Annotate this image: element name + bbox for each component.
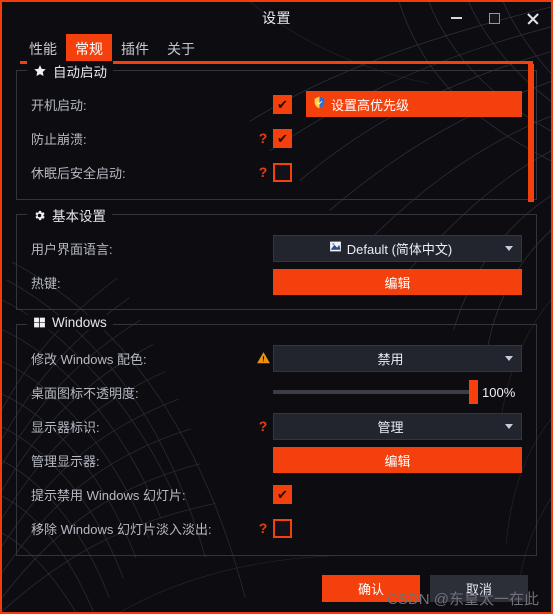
manage-monitors-edit-label: 编辑 (384, 453, 411, 469)
row-prevent-crash: 防止崩溃: ? ✔ (31, 121, 522, 155)
checkbox-safe-start-after-sleep[interactable]: ✔ (273, 162, 292, 182)
chevron-down-icon (505, 245, 513, 251)
row-prompt-disable-slideshow: 提示禁用 Windows 幻灯片: ✔ (31, 477, 522, 511)
confirm-button[interactable]: 确认 (322, 575, 420, 602)
group-basic-settings-label: 基本设置 (52, 209, 106, 224)
modify-windows-colors-dropdown[interactable]: 禁用 (273, 344, 522, 372)
dialog-footer: 确认 取消 (2, 575, 551, 602)
manage-monitors-edit-button[interactable]: 编辑 (273, 447, 522, 473)
settings-content: 自动启动 开机启动: ✔ 设置高优先级 防止崩溃: ? ✔ 休眠后安全启动: ?… (16, 61, 537, 566)
row-desktop-icon-opacity: 桌面图标不透明度: 100% (31, 375, 522, 409)
slider-track[interactable] (273, 380, 478, 404)
row-desktop-icon-opacity-label: 桌面图标不透明度: (31, 385, 139, 401)
group-autostart-label: 自动启动 (53, 65, 107, 80)
row-manage-monitors-label: 管理显示器: (31, 453, 100, 469)
row-ui-language: 用户界面语言: Default (简体中文) (31, 231, 522, 265)
ui-language-value: Default (简体中文) (346, 241, 453, 257)
hotkeys-edit-label: 编辑 (384, 275, 411, 291)
row-safe-start-after-sleep: 休眠后安全启动: ? ✔ (31, 155, 522, 189)
chevron-down-icon (505, 423, 513, 429)
content-scrollbar[interactable] (528, 64, 534, 554)
group-windows-label: Windows (52, 315, 107, 330)
tab-plugins[interactable]: 插件 (112, 34, 158, 62)
close-icon (526, 12, 539, 25)
chevron-down-icon (505, 355, 513, 361)
group-windows-title: Windows (27, 315, 113, 330)
flag-icon (329, 240, 342, 256)
tab-general[interactable]: 常规 (66, 34, 112, 62)
check-mark-icon: ✔ (277, 130, 288, 146)
group-basic-settings-title: 基本设置 (27, 205, 112, 225)
row-prompt-disable-slideshow-label: 提示禁用 Windows 幻灯片: (31, 487, 186, 503)
modify-windows-colors-value: 禁用 (377, 351, 404, 367)
desktop-icon-opacity-value: 100% (482, 384, 516, 400)
check-mark-icon: ✔ (277, 486, 288, 502)
row-boot-startup-label: 开机启动: (31, 97, 87, 113)
close-button[interactable] (513, 2, 551, 34)
group-autostart-title: 自动启动 (27, 61, 113, 81)
row-ui-language-label: 用户界面语言: (31, 241, 113, 257)
scrollbar-thumb[interactable] (528, 64, 534, 202)
row-boot-startup: 开机启动: ✔ 设置高优先级 (31, 87, 522, 121)
row-modify-windows-colors-label: 修改 Windows 配色: (31, 351, 147, 367)
row-modify-windows-colors: 修改 Windows 配色: 禁用 (31, 341, 522, 375)
maximize-icon (488, 12, 500, 24)
hotkeys-edit-button[interactable]: 编辑 (273, 269, 522, 295)
help-icon-prevent-crash[interactable]: ? (253, 130, 273, 146)
tab-general-label: 常规 (75, 41, 103, 57)
tab-performance[interactable]: 性能 (20, 34, 66, 62)
settings-window: 设置 性能 常规 插件 关于 自动启动 开机启动: ✔ 设置高优先级 防止崩溃:… (0, 0, 553, 614)
tab-performance-label: 性能 (29, 41, 57, 57)
set-high-priority-button[interactable]: 设置高优先级 (306, 91, 522, 117)
windows-icon (33, 316, 46, 329)
check-mark-icon: ✔ (277, 96, 288, 112)
row-hotkeys-label: 热键: (31, 275, 61, 291)
row-prevent-crash-label: 防止崩溃: (31, 131, 87, 147)
desktop-icon-opacity-slider[interactable]: 100% (273, 380, 522, 404)
shield-icon (313, 96, 326, 112)
minimize-button[interactable] (437, 2, 475, 34)
help-icon-monitor-identification[interactable]: ? (253, 418, 273, 434)
checkbox-boot-startup[interactable]: ✔ (273, 94, 292, 114)
title-bar: 设置 (2, 2, 551, 34)
gear-icon (33, 209, 46, 222)
window-title: 设置 (262, 10, 291, 26)
checkbox-remove-slideshow-fade[interactable]: ✔ (273, 518, 292, 538)
maximize-button[interactable] (475, 2, 513, 34)
row-hotkeys: 热键: 编辑 (31, 265, 522, 299)
ui-language-value-wrap: Default (简体中文) (282, 239, 499, 258)
row-remove-slideshow-fade: 移除 Windows 幻灯片淡入淡出: ? ✔ (31, 511, 522, 545)
confirm-button-label: 确认 (357, 582, 384, 597)
help-icon-safe-start[interactable]: ? (253, 164, 273, 180)
tab-about-label: 关于 (167, 41, 195, 57)
tab-plugins-label: 插件 (121, 41, 149, 57)
window-controls (437, 2, 551, 34)
warning-icon (253, 351, 273, 365)
ui-language-dropdown[interactable]: Default (简体中文) (273, 234, 522, 262)
cancel-button-label: 取消 (465, 582, 492, 597)
cancel-button[interactable]: 取消 (430, 575, 528, 602)
row-remove-slideshow-fade-label: 移除 Windows 幻灯片淡入淡出: (31, 521, 212, 537)
group-windows: Windows 修改 Windows 配色: 禁用 桌面图标不透明度: 100%… (16, 315, 537, 556)
row-safe-start-after-sleep-label: 休眠后安全启动: (31, 165, 126, 181)
row-monitor-identification: 显示器标识: ? 管理 (31, 409, 522, 443)
monitor-identification-dropdown[interactable]: 管理 (273, 412, 522, 440)
row-manage-monitors: 管理显示器: 编辑 (31, 443, 522, 477)
tab-bar: 性能 常规 插件 关于 (2, 34, 551, 62)
monitor-identification-value: 管理 (377, 419, 404, 435)
help-icon-remove-slideshow-fade[interactable]: ? (253, 520, 273, 536)
group-autostart: 自动启动 开机启动: ✔ 设置高优先级 防止崩溃: ? ✔ 休眠后安全启动: ? (16, 61, 537, 200)
checkbox-prevent-crash[interactable]: ✔ (273, 128, 292, 148)
minimize-icon (450, 17, 462, 19)
star-icon (33, 64, 47, 78)
row-monitor-identification-label: 显示器标识: (31, 419, 100, 435)
set-high-priority-label: 设置高优先级 (331, 97, 410, 113)
group-basic-settings: 基本设置 用户界面语言: Default (简体中文) 热键: 编辑 (16, 205, 537, 310)
checkbox-prompt-disable-slideshow[interactable]: ✔ (273, 484, 292, 504)
tab-about[interactable]: 关于 (158, 34, 204, 62)
slider-thumb[interactable] (469, 380, 478, 404)
